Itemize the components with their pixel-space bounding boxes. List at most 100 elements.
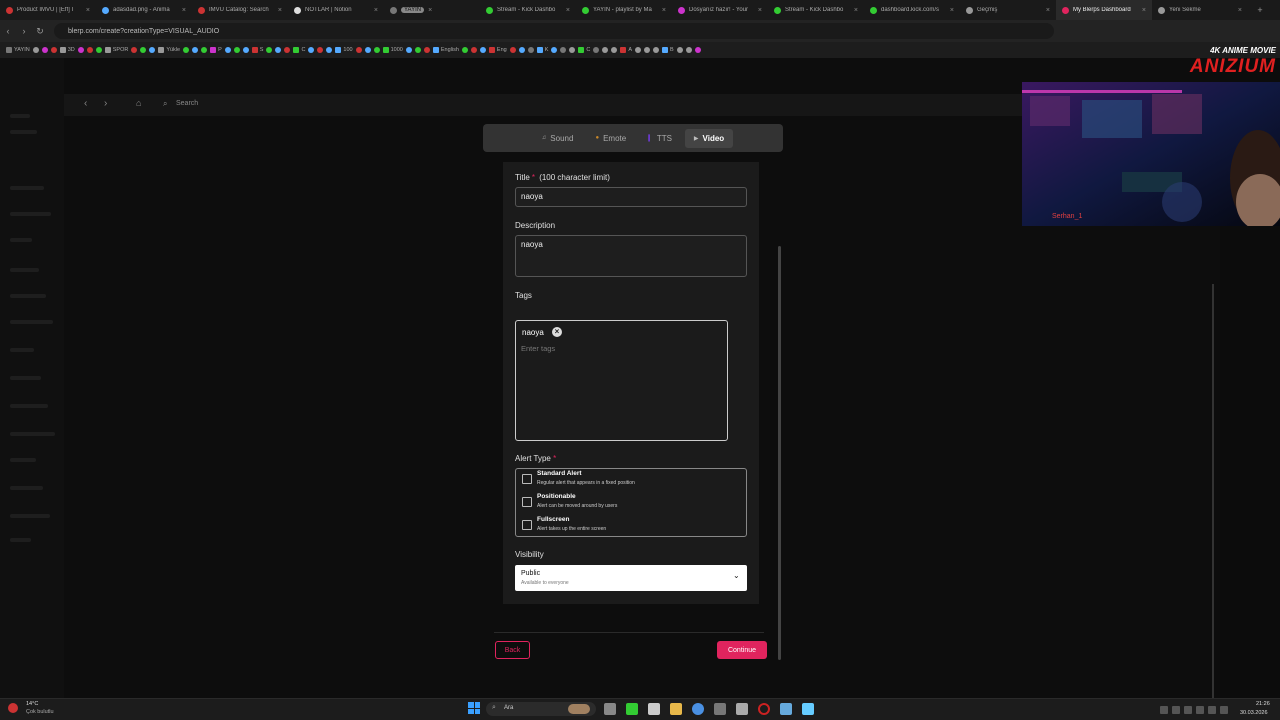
sidebar-item[interactable] [10, 514, 50, 518]
tab-video[interactable]: ▶ Video [684, 128, 734, 148]
notepad-icon[interactable] [802, 703, 814, 715]
back-button[interactable]: Back [495, 641, 530, 659]
bookmark-icon[interactable] [551, 47, 558, 53]
bookmark-icon[interactable] [192, 47, 199, 53]
folder-icon[interactable] [670, 703, 682, 715]
bookmark-icon[interactable] [308, 47, 315, 53]
sidebar-item[interactable] [10, 432, 55, 436]
tab-close-icon[interactable]: × [950, 7, 954, 14]
bookmark-icon[interactable] [518, 47, 525, 53]
back-icon[interactable]: ‹ [0, 26, 16, 36]
tab-close-icon[interactable]: × [428, 7, 432, 14]
tray-icon[interactable] [1196, 706, 1204, 714]
visibility-select[interactable]: Public Available to everyone ⌄ [515, 565, 747, 591]
bookmark-icon[interactable] [569, 47, 576, 53]
tray-icon[interactable] [1172, 706, 1180, 714]
tab-close-icon[interactable]: × [854, 7, 858, 14]
title-input[interactable]: naoya [515, 187, 747, 207]
bookmark-icon[interactable] [50, 47, 57, 53]
bookmark-item[interactable]: 100 [335, 47, 353, 53]
nav-back-icon[interactable]: ‹ [84, 98, 87, 109]
tray-icon[interactable] [1160, 706, 1168, 714]
bookmark-icon[interactable] [140, 47, 147, 53]
sidebar-item[interactable] [10, 486, 43, 490]
sidebar-item[interactable] [10, 238, 32, 242]
tab-close-icon[interactable]: × [662, 7, 666, 14]
browser-tab[interactable]: dashboard.kick.com/s × [864, 0, 960, 20]
home-icon[interactable]: ⌂ [136, 98, 141, 108]
browser-tab[interactable]: Product IMVU | [Eff] I × [0, 0, 96, 20]
bookmark-item[interactable]: B [662, 47, 674, 53]
bookmark-icon[interactable] [423, 47, 430, 53]
bookmark-icon[interactable] [131, 47, 138, 53]
tab-sound[interactable]: ♫ Sound [533, 129, 583, 148]
bookmark-icon[interactable] [242, 47, 249, 53]
bookmark-icon[interactable] [275, 47, 282, 53]
windows-start-icon[interactable] [468, 702, 480, 714]
sidebar-item[interactable] [10, 212, 51, 216]
tab-close-icon[interactable]: × [86, 7, 90, 14]
settings-icon[interactable] [648, 703, 660, 715]
browser-tab[interactable]: Dosyanız hazır! - Your × [672, 0, 768, 20]
browser-tab[interactable]: Yeni Sekme × [1152, 0, 1248, 20]
bookmark-item[interactable]: P [210, 47, 222, 53]
bookmark-icon[interactable] [461, 47, 468, 53]
bookmark-icon[interactable] [95, 47, 102, 53]
obs-icon[interactable] [714, 703, 726, 715]
tray-icon[interactable] [1208, 706, 1216, 714]
bookmark-icon[interactable] [364, 47, 371, 53]
bookmark-icon[interactable] [414, 47, 421, 53]
bookmark-icon[interactable] [373, 47, 380, 53]
bookmark-icon[interactable] [694, 47, 701, 53]
bookmark-icon[interactable] [405, 47, 412, 53]
tab-emote[interactable]: ● Emote [586, 129, 635, 148]
url-input[interactable]: blerp.com/create?creationType=VISUAL_AUD… [54, 23, 1054, 39]
opera-icon[interactable] [758, 703, 770, 715]
bookmark-icon[interactable] [527, 47, 534, 53]
bookmark-icon[interactable] [77, 47, 84, 53]
bookmark-icon[interactable] [635, 47, 642, 53]
browser-tab[interactable]: Geçmiş × [960, 0, 1056, 20]
bookmark-icon[interactable] [266, 47, 273, 53]
bookmark-icon[interactable] [86, 47, 93, 53]
tab-close-icon[interactable]: × [566, 7, 570, 14]
tray-icon[interactable] [1184, 706, 1192, 714]
bookmark-icon[interactable] [479, 47, 486, 53]
bookmark-icon[interactable] [560, 47, 567, 53]
bookmark-icon[interactable] [32, 47, 39, 53]
sidebar-item[interactable] [10, 376, 41, 380]
bookmark-item[interactable]: C [578, 47, 590, 53]
bookmark-item[interactable]: Eng [488, 47, 507, 53]
tab-close-icon[interactable]: × [1238, 7, 1242, 14]
bookmark-item[interactable]: English [432, 47, 459, 53]
page-scrollbar[interactable] [1212, 284, 1214, 720]
browser-tab[interactable]: Stream - Kick Dashbo × [768, 0, 864, 20]
bookmark-icon[interactable] [470, 47, 477, 53]
bookmark-item[interactable]: YAYIN [6, 47, 30, 53]
description-textarea[interactable]: naoya [515, 235, 747, 277]
tab-close-icon[interactable]: × [1142, 7, 1146, 14]
bookmark-icon[interactable] [201, 47, 208, 53]
bookmark-icon[interactable] [602, 47, 609, 53]
xbox-icon[interactable] [626, 703, 638, 715]
gear-app-icon[interactable] [780, 703, 792, 715]
nav-forward-icon[interactable]: › [104, 98, 107, 109]
reload-icon[interactable]: ↻ [32, 26, 48, 37]
sidebar-item[interactable] [10, 114, 30, 118]
tool-icon[interactable] [736, 703, 748, 715]
bookmark-item[interactable]: SPOR [104, 47, 128, 53]
sidebar-item[interactable] [10, 404, 48, 408]
alert-option[interactable]: Fullscreen Alert takes up the entire scre… [516, 515, 748, 537]
bookmark-icon[interactable] [676, 47, 683, 53]
bookmark-item[interactable]: Yükle [158, 47, 180, 53]
tab-close-icon[interactable]: × [278, 7, 282, 14]
bookmark-icon[interactable] [284, 47, 291, 53]
modal-scrollbar[interactable] [778, 246, 781, 660]
file-explorer-icon[interactable] [604, 703, 616, 715]
bookmark-item[interactable]: K [536, 47, 548, 53]
bookmark-item[interactable]: 3D [59, 47, 75, 53]
browser-tab[interactable]: YAYIN - playlist by Ma × [576, 0, 672, 20]
bookmark-icon[interactable] [224, 47, 231, 53]
search-input[interactable]: Search [176, 100, 198, 107]
tags-input[interactable]: naoya × Enter tags [515, 320, 728, 441]
